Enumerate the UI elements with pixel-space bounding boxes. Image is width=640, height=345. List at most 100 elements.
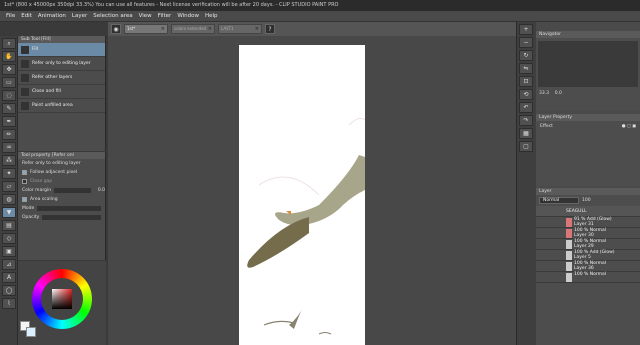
canvas-area[interactable]: [108, 36, 516, 345]
bucket-icon: [21, 74, 29, 82]
magnifier-icon[interactable]: ⌕: [2, 38, 16, 49]
subtool-fill[interactable]: Fill: [18, 43, 105, 57]
decoration-icon[interactable]: ✦: [2, 168, 16, 179]
close-icon[interactable]: ×: [255, 26, 259, 32]
layer-header: Layer: [536, 188, 640, 195]
color-wheel[interactable]: [32, 269, 92, 329]
menu-filter[interactable]: Filter: [158, 13, 172, 19]
rotate-icon[interactable]: ↻: [519, 50, 533, 61]
layer-thumbnail: [566, 229, 572, 238]
subtool-refer-editing[interactable]: Refer only to editing layer: [18, 57, 105, 71]
subtool-refer-other[interactable]: Refer other layers: [18, 71, 105, 85]
right-tool-bar: + − ↻ ⇋ ⊡ ⟲ ↶ ↷ ▦ ▢: [516, 22, 536, 345]
brush-icon[interactable]: ♒: [2, 142, 16, 153]
color-margin-slider[interactable]: [54, 188, 91, 193]
pen-icon[interactable]: ✒: [2, 116, 16, 127]
menu-animation[interactable]: Animation: [38, 13, 66, 19]
layer-row[interactable]: 91 % Add (Glow) Layer 31: [536, 217, 640, 228]
menu-file[interactable]: File: [6, 13, 15, 19]
close-icon[interactable]: ×: [208, 26, 212, 32]
layer-icon[interactable]: ▦: [519, 128, 533, 139]
layer-row[interactable]: 100 % Normal Layer 29: [536, 239, 640, 250]
pencil-icon[interactable]: ✏: [2, 129, 16, 140]
layer-thumbnail: [566, 273, 572, 282]
airbrush-icon[interactable]: ⁂: [2, 155, 16, 166]
toolprop-header: Tool property [Refer onl: [18, 152, 105, 159]
layer-row[interactable]: 100 % Add (Glow) Layer 5: [536, 250, 640, 261]
fit-icon[interactable]: ⊡: [519, 76, 533, 87]
effect-row[interactable]: Effect ● ◻ ◼: [536, 121, 640, 132]
eraser-icon[interactable]: ▱: [2, 181, 16, 192]
line-correct-icon[interactable]: ⌇: [2, 298, 16, 309]
zoom-in-icon[interactable]: +: [519, 24, 533, 35]
color-square[interactable]: [52, 289, 72, 309]
follow-adjacent-checkbox[interactable]: [22, 170, 27, 175]
sub-color-swatch[interactable]: [26, 327, 36, 337]
eye-icon[interactable]: ◉: [111, 24, 121, 34]
title-bar: 1st* (800 x 45000px 350dpi 33.3%) You ca…: [0, 0, 640, 11]
menu-window[interactable]: Window: [177, 13, 199, 19]
mode-row[interactable]: Mode: [18, 204, 105, 213]
canvas[interactable]: [239, 45, 366, 345]
doc-tab-1[interactable]: 1st* ×: [124, 24, 168, 34]
seagull-artwork: [247, 118, 366, 335]
ruler-icon[interactable]: ⊿: [2, 259, 16, 270]
frame-icon[interactable]: ▣: [2, 246, 16, 257]
follow-adjacent-row[interactable]: Follow adjacent pixel: [18, 168, 105, 177]
menu-selection-area[interactable]: Selection area: [93, 13, 132, 19]
layer-row[interactable]: 100 % Normal Layer 36: [536, 261, 640, 272]
color-margin-row[interactable]: Color margin 0.0: [18, 186, 105, 195]
opacity-slider[interactable]: [42, 215, 101, 220]
balloon-icon[interactable]: ◯: [2, 285, 16, 296]
layer-row[interactable]: 100 % Normal Layer 30: [536, 228, 640, 239]
doc-tab-3[interactable]: LAST1 ×: [218, 24, 262, 34]
menu-edit[interactable]: Edit: [21, 13, 32, 19]
menu-toggle-icon[interactable]: ?: [265, 24, 275, 34]
area-scaling-checkbox[interactable]: [22, 197, 27, 202]
subtool-panel: Sub Tool [Fill] Fill Refer only to editi…: [18, 36, 106, 151]
layer-row[interactable]: 100 % Normal: [536, 272, 640, 283]
window-title: 1st* (800 x 45000px 350dpi 33.3%) You ca…: [4, 2, 339, 8]
navigator-preview[interactable]: [538, 41, 638, 87]
reset-icon[interactable]: ⟲: [519, 89, 533, 100]
eyedropper-icon[interactable]: ✎: [2, 103, 16, 114]
opacity-row[interactable]: Opacity: [18, 213, 105, 222]
gradient-icon[interactable]: ▤: [2, 220, 16, 231]
effect-icons[interactable]: ● ◻ ◼: [622, 124, 636, 129]
close-gap-checkbox[interactable]: [22, 179, 27, 184]
menu-layer[interactable]: Layer: [72, 13, 87, 19]
close-gap-row[interactable]: Close gap: [18, 177, 105, 186]
close-icon[interactable]: ×: [161, 26, 165, 32]
text-icon[interactable]: A: [2, 272, 16, 283]
figure-icon[interactable]: ◇: [2, 233, 16, 244]
subtool-paint-unfilled[interactable]: Paint unfilled area: [18, 99, 105, 113]
layer-thumbnail: [566, 240, 572, 249]
layer-folder[interactable]: SEAGULL: [536, 206, 640, 217]
navigator-panel: Navigator 33.3 0.0: [536, 31, 640, 111]
area-scaling-row[interactable]: Area scaling: [18, 195, 105, 204]
page-icon[interactable]: ▢: [519, 141, 533, 152]
menu-view[interactable]: View: [139, 13, 152, 19]
select-icon[interactable]: ▭: [2, 77, 16, 88]
lasso-icon[interactable]: ◌: [2, 90, 16, 101]
redo-icon[interactable]: ↷: [519, 115, 533, 126]
menu-help[interactable]: Help: [205, 13, 218, 19]
opacity-value[interactable]: 100: [582, 198, 591, 203]
hand-icon[interactable]: ✋: [2, 51, 16, 62]
rotation-value[interactable]: 0.0: [555, 91, 562, 96]
navigator-header: Navigator: [536, 31, 640, 38]
undo-icon[interactable]: ↶: [519, 102, 533, 113]
right-panel-column: Navigator 33.3 0.0 Layer Property Effect…: [536, 22, 640, 345]
blend-mode-dropdown[interactable]: Normal: [539, 197, 579, 204]
flip-icon[interactable]: ⇋: [519, 63, 533, 74]
fill-icon: [21, 46, 29, 54]
mode-selector[interactable]: [37, 206, 101, 211]
zoom-value[interactable]: 33.3: [539, 91, 549, 96]
blend-icon[interactable]: ◍: [2, 194, 16, 205]
document-tab-bar: ◉ 1st* × colors extended × LAST1 × ?: [108, 22, 536, 36]
doc-tab-2[interactable]: colors extended ×: [171, 24, 215, 34]
zoom-out-icon[interactable]: −: [519, 37, 533, 48]
fill-icon[interactable]: ▼: [2, 207, 16, 218]
move-icon[interactable]: ✥: [2, 64, 16, 75]
subtool-close-fill[interactable]: Close and fill: [18, 85, 105, 99]
